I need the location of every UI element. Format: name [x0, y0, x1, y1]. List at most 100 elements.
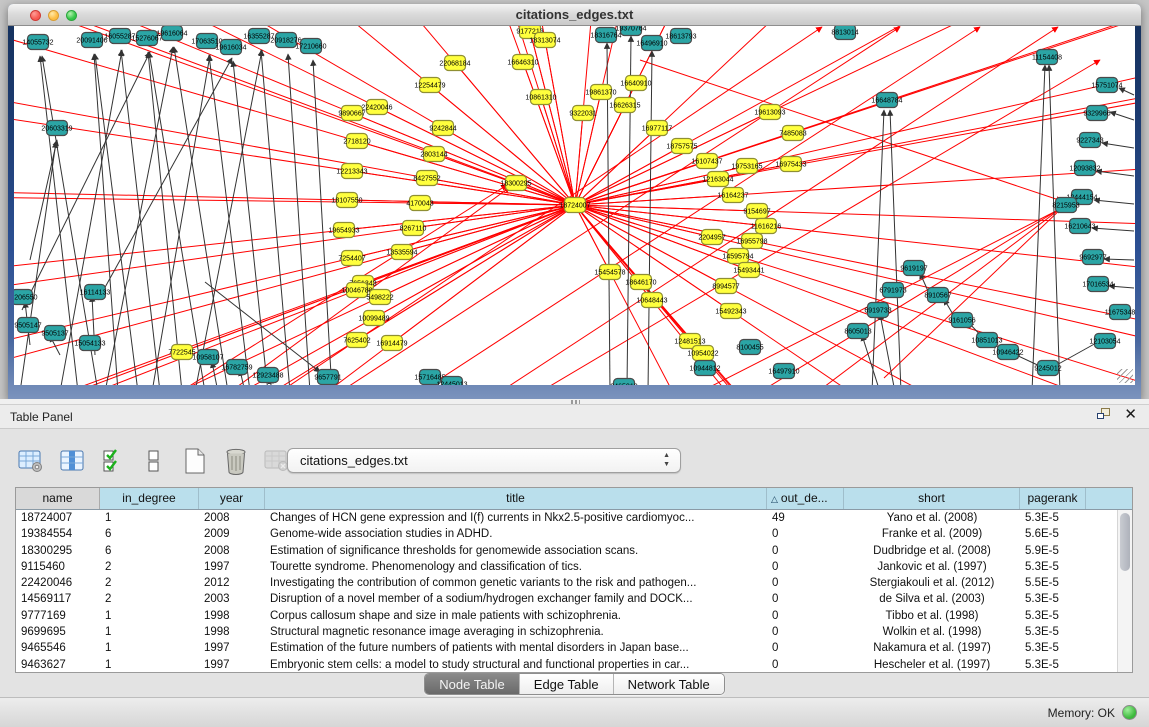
cell-year[interactable]: 1997	[199, 640, 265, 656]
cell-pagerank[interactable]: 5.3E-5	[1020, 591, 1086, 607]
graph-node[interactable]: 15454578	[594, 265, 625, 280]
cell-name[interactable]: 9465546	[16, 640, 100, 656]
graph-node[interactable]: 8605013	[844, 324, 871, 339]
cell-in-degree[interactable]: 1	[100, 510, 199, 526]
cell-year[interactable]: 2003	[199, 591, 265, 607]
graph-node[interactable]: 2803144	[420, 147, 447, 162]
column-header-name[interactable]: name	[16, 488, 100, 509]
graph-node[interactable]: 22068184	[439, 56, 470, 71]
tab-network-table[interactable]: Network Table	[614, 674, 724, 694]
cell-name[interactable]: 19384554	[16, 526, 100, 542]
graph-node[interactable]: 11154408	[1032, 50, 1062, 65]
graph-node[interactable]: 16646310	[507, 55, 538, 70]
graph-node[interactable]: 16497910	[768, 364, 799, 379]
graph-node[interactable]: 8267110	[400, 221, 427, 236]
graph-node[interactable]: 6919733	[864, 303, 891, 318]
graph-node[interactable]: 16210643	[1064, 219, 1095, 234]
graph-node[interactable]: 7625402	[343, 333, 370, 348]
graph-node[interactable]: 9619197	[900, 261, 927, 276]
graph-node[interactable]: 2204957	[698, 230, 725, 245]
cell-pagerank[interactable]: 5.3E-5	[1020, 657, 1086, 672]
cell-year[interactable]: 2008	[199, 543, 265, 559]
graph-node[interactable]: 9465013	[610, 379, 637, 386]
graph-node[interactable]: 9505147	[14, 318, 41, 333]
graph-node[interactable]: 11675348	[1105, 305, 1135, 320]
table-row[interactable]: 969969511998Structural magnetic resonanc…	[16, 624, 1116, 640]
graph-node[interactable]: 11616216	[751, 219, 782, 234]
citation-network-graph[interactable]: 1872400718300295224200469890667271812012…	[14, 26, 1135, 385]
table-row[interactable]: 911546021997Tourette syndrome. Phenomeno…	[16, 559, 1116, 575]
graph-node[interactable]: 18107550	[331, 193, 362, 208]
graph-node[interactable]: 10944812	[689, 361, 720, 376]
cell-pagerank[interactable]: 5.6E-5	[1020, 526, 1086, 542]
column-header-year[interactable]: year	[199, 488, 265, 509]
table-row[interactable]: 946554611997Estimation of the future num…	[16, 640, 1116, 656]
graph-node[interactable]: 2718120	[343, 134, 370, 149]
cell-year[interactable]: 2012	[199, 575, 265, 591]
select-all-icon[interactable]	[98, 445, 128, 477]
cell-name[interactable]: 9777169	[16, 608, 100, 624]
column-header-in-degree[interactable]: in_degree	[100, 488, 199, 509]
cell-name[interactable]: 9699695	[16, 624, 100, 640]
graph-node[interactable]: 16914479	[376, 336, 407, 351]
graph-node[interactable]: 10958107	[192, 350, 223, 365]
cell-out-de-[interactable]: 0	[767, 526, 844, 542]
cell-short[interactable]: Tibbo et al. (1998)	[844, 608, 1020, 624]
scrollbar-thumb[interactable]	[1120, 513, 1130, 571]
graph-node[interactable]: 16626315	[609, 98, 640, 113]
graph-node[interactable]: 17016534	[1082, 277, 1113, 292]
cell-name[interactable]: 18724007	[16, 510, 100, 526]
cell-pagerank[interactable]: 5.3E-5	[1020, 640, 1086, 656]
tab-edge-table[interactable]: Edge Table	[520, 674, 614, 694]
graph-node[interactable]: 16164237	[717, 188, 748, 203]
table-selector-dropdown[interactable]: citations_edges.txt ▲▼	[287, 448, 681, 473]
cell-year[interactable]: 1998	[199, 624, 265, 640]
cell-out-de-[interactable]: 0	[767, 640, 844, 656]
column-header-pagerank[interactable]: pagerank	[1020, 488, 1086, 509]
table-row[interactable]: 2242004622012Investigating the contribut…	[16, 575, 1116, 591]
cell-in-degree[interactable]: 1	[100, 624, 199, 640]
graph-node[interactable]: 15751074	[1091, 78, 1122, 93]
table-row[interactable]: 1938455462009Genome-wide association stu…	[16, 526, 1116, 542]
cell-pagerank[interactable]: 5.3E-5	[1020, 608, 1086, 624]
graph-node[interactable]: 9657791	[314, 370, 341, 385]
float-panel-icon[interactable]	[1097, 408, 1112, 422]
graph-node[interactable]: 8215953	[1052, 198, 1079, 213]
graph-node[interactable]: 14055732	[22, 35, 53, 50]
cell-title[interactable]: Structural magnetic resonance image aver…	[265, 624, 767, 640]
cell-short[interactable]: de Silva et al. (2003)	[844, 591, 1020, 607]
cell-short[interactable]: Wolkin et al. (1998)	[844, 624, 1020, 640]
graph-node[interactable]: 9890667	[338, 106, 365, 121]
cell-out-de-[interactable]: 0	[767, 624, 844, 640]
graph-node[interactable]: 19654933	[328, 223, 359, 238]
cell-title[interactable]: Tourette syndrome. Phenomenology and cla…	[265, 559, 767, 575]
table-scrollbar[interactable]	[1117, 510, 1132, 672]
graph-node[interactable]: 10851013	[971, 333, 1002, 348]
graph-node[interactable]: 20603319	[41, 121, 72, 136]
close-panel-icon[interactable]: ✕	[1124, 408, 1137, 422]
cell-short[interactable]: Hescheler et al. (1997)	[844, 657, 1020, 672]
cell-title[interactable]: Changes of HCN gene expression and I(f) …	[265, 510, 767, 526]
cell-name[interactable]: 9463627	[16, 657, 100, 672]
graph-node[interactable]: 15493441	[733, 263, 764, 278]
graph-node[interactable]: 9245012	[1034, 361, 1061, 376]
cell-name[interactable]: 18300295	[16, 543, 100, 559]
table-row[interactable]: 1872400712008Changes of HCN gene express…	[16, 510, 1116, 526]
cell-title[interactable]: Genome-wide association studies in ADHD.	[265, 526, 767, 542]
graph-node[interactable]: 8994577	[712, 279, 739, 294]
graph-node[interactable]: 8910567	[924, 288, 951, 303]
graph-node[interactable]: 12254479	[414, 78, 445, 93]
cell-title[interactable]: Embryonic stem cells: a model to study s…	[265, 657, 767, 672]
graph-node[interactable]: 16955798	[736, 234, 767, 249]
delete-rows-icon[interactable]	[221, 445, 251, 477]
graph-node[interactable]: 9329966	[1083, 106, 1110, 121]
graph-node[interactable]: 7485083	[779, 126, 806, 141]
cell-in-degree[interactable]: 2	[100, 559, 199, 575]
graph-node[interactable]: 5498222	[366, 290, 393, 305]
cell-year[interactable]: 1997	[199, 657, 265, 672]
graph-node[interactable]: 12923488	[252, 368, 283, 383]
cell-pagerank[interactable]: 5.3E-5	[1020, 559, 1086, 575]
resize-grip[interactable]	[1117, 369, 1133, 383]
cell-short[interactable]: Yano et al. (2008)	[844, 510, 1020, 526]
graph-node[interactable]: 14595794	[722, 249, 753, 264]
